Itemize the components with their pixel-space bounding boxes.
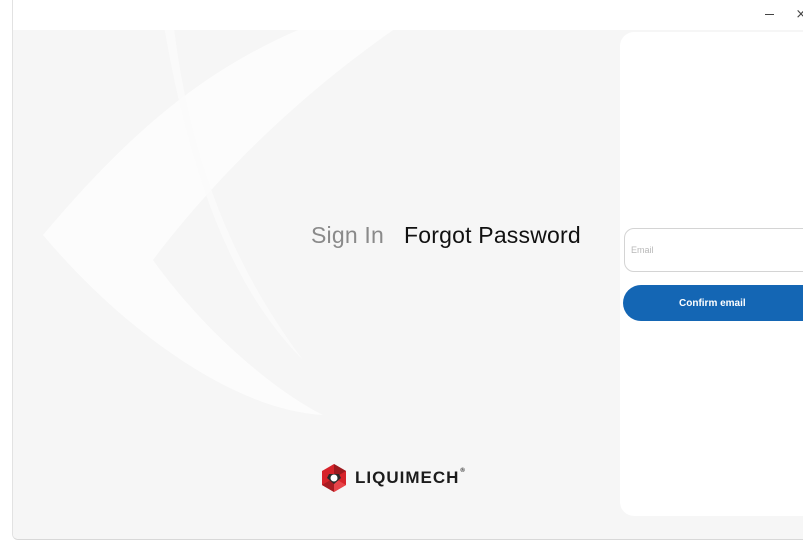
title-bar: × xyxy=(13,0,803,30)
login-panel: Sign In Forgot Password Confirm email LI… xyxy=(13,30,803,539)
background-watermark xyxy=(43,30,394,415)
registered-mark: ® xyxy=(460,468,466,474)
close-button[interactable]: × xyxy=(789,4,803,26)
brand-name: LIQUIMECH® xyxy=(355,468,466,487)
tab-forgot-password[interactable]: Forgot Password xyxy=(404,222,581,249)
app-window: × Sign In Forgot Password Confirm email xyxy=(12,0,803,540)
confirm-email-button[interactable]: Confirm email xyxy=(623,285,803,321)
minimize-button[interactable] xyxy=(757,4,781,26)
tab-sign-in[interactable]: Sign In xyxy=(311,222,384,249)
email-field[interactable] xyxy=(624,228,803,272)
auth-tabs: Sign In Forgot Password xyxy=(311,222,581,254)
close-icon: × xyxy=(796,7,803,22)
liquimech-hexagon-logo-icon xyxy=(322,464,346,492)
form-card: Confirm email xyxy=(620,32,803,516)
minimize-icon xyxy=(764,14,774,15)
brand-logo: LIQUIMECH® xyxy=(319,463,466,493)
